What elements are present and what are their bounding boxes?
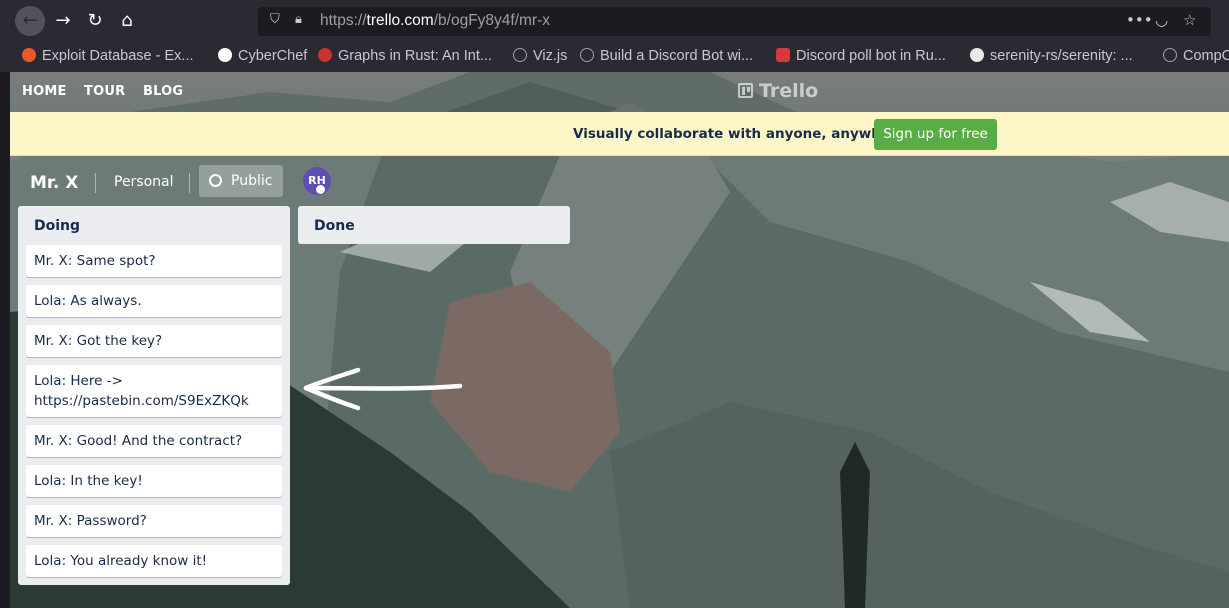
signup-button[interactable]: Sign up for free — [874, 119, 997, 150]
globe-icon — [209, 174, 222, 187]
nav-tour-link[interactable]: TOUR — [84, 84, 125, 99]
hashnode-icon — [776, 48, 790, 62]
list-card[interactable]: Lola: You already know it! — [26, 545, 282, 577]
list-card[interactable]: Mr. X: Got the key? — [26, 325, 282, 357]
list-title[interactable]: Doing — [34, 218, 80, 234]
list-card[interactable]: Mr. X: Same spot? — [26, 245, 282, 277]
list-card[interactable]: Mr. X: Good! And the contract? — [26, 425, 282, 457]
trello-logo[interactable]: Trello — [738, 80, 818, 104]
forward-button[interactable]: → — [48, 6, 78, 36]
visibility-label: Public — [231, 173, 273, 189]
list-card[interactable]: Mr. X: Password? — [26, 505, 282, 537]
bookmark-graphs-rust[interactable]: Graphs in Rust: An Int... — [318, 48, 492, 64]
globe-icon — [513, 48, 527, 62]
rust-icon — [318, 48, 332, 62]
admin-badge-icon — [315, 184, 326, 195]
bookmark-vizjs[interactable]: Viz.js — [513, 48, 567, 64]
bookmark-exploit-db[interactable]: Exploit Database - Ex... — [22, 48, 194, 64]
browser-toolbar: ← → ↻ ⌂ ⛉ 🔒︎ https://trello.com/b/ogFy8y… — [0, 0, 1229, 42]
nav-home-link[interactable]: HOME — [22, 84, 67, 99]
header-divider — [95, 173, 96, 193]
bookmark-discord-bot[interactable]: Build a Discord Bot wi... — [580, 48, 753, 64]
header-divider — [189, 173, 190, 193]
exploit-db-icon — [22, 48, 36, 62]
list-card[interactable]: Lola: As always. — [26, 285, 282, 317]
bookmark-star-icon[interactable]: ☆ — [1183, 11, 1196, 29]
back-button[interactable]: ← — [15, 6, 45, 36]
banner-text: Visually collaborate with anyone, anywhe… — [573, 126, 911, 142]
reload-button[interactable]: ↻ — [80, 6, 110, 36]
visibility-button[interactable]: Public — [199, 165, 283, 197]
list-card[interactable]: Lola: Here -> https://pastebin.com/S9ExZ… — [26, 365, 282, 417]
bookmark-serenity[interactable]: serenity-rs/serenity: ... — [970, 48, 1133, 64]
globe-icon — [1163, 48, 1177, 62]
annotation-arrow — [303, 367, 463, 411]
board-header: Mr. X Personal Public RH — [10, 156, 1229, 206]
list-doing[interactable]: Doing Mr. X: Same spot? Lola: As always.… — [18, 206, 290, 585]
cyberchef-icon — [218, 48, 232, 62]
lock-icon[interactable]: 🔒︎ — [295, 12, 302, 27]
team-label[interactable]: Personal — [114, 174, 174, 190]
bookmarks-toolbar: Exploit Database - Ex... CyberChef Graph… — [0, 42, 1229, 72]
bookmark-compc[interactable]: CompC — [1163, 48, 1229, 64]
bookmark-cyberchef[interactable]: CyberChef — [218, 48, 307, 64]
list-done[interactable]: Done — [298, 206, 570, 244]
url-text[interactable]: https://trello.com/b/ogFy8y4f/mr-x — [320, 12, 550, 30]
bookmark-discord-poll[interactable]: Discord poll bot in Ru... — [776, 48, 946, 64]
page-viewport: HOME TOUR BLOG Trello Visually collabora… — [10, 72, 1229, 608]
github-icon — [970, 48, 984, 62]
pocket-icon[interactable]: ◡ — [1155, 11, 1168, 29]
trello-header: HOME TOUR BLOG Trello — [10, 72, 1229, 112]
nav-blog-link[interactable]: BLOG — [143, 84, 183, 99]
list-title[interactable]: Done — [314, 218, 355, 234]
board-title[interactable]: Mr. X — [30, 173, 78, 193]
url-bar[interactable]: ⛉ 🔒︎ https://trello.com/b/ogFy8y4f/mr-x … — [258, 7, 1211, 36]
signup-banner: Visually collaborate with anyone, anywhe… — [10, 112, 1229, 156]
home-button[interactable]: ⌂ — [112, 6, 142, 36]
trello-board-icon — [738, 83, 753, 98]
globe-icon — [580, 48, 594, 62]
shield-icon[interactable]: ⛉ — [270, 12, 280, 27]
list-card[interactable]: Lola: In the key! — [26, 465, 282, 497]
page-actions-icon[interactable]: ••• — [1126, 11, 1153, 29]
